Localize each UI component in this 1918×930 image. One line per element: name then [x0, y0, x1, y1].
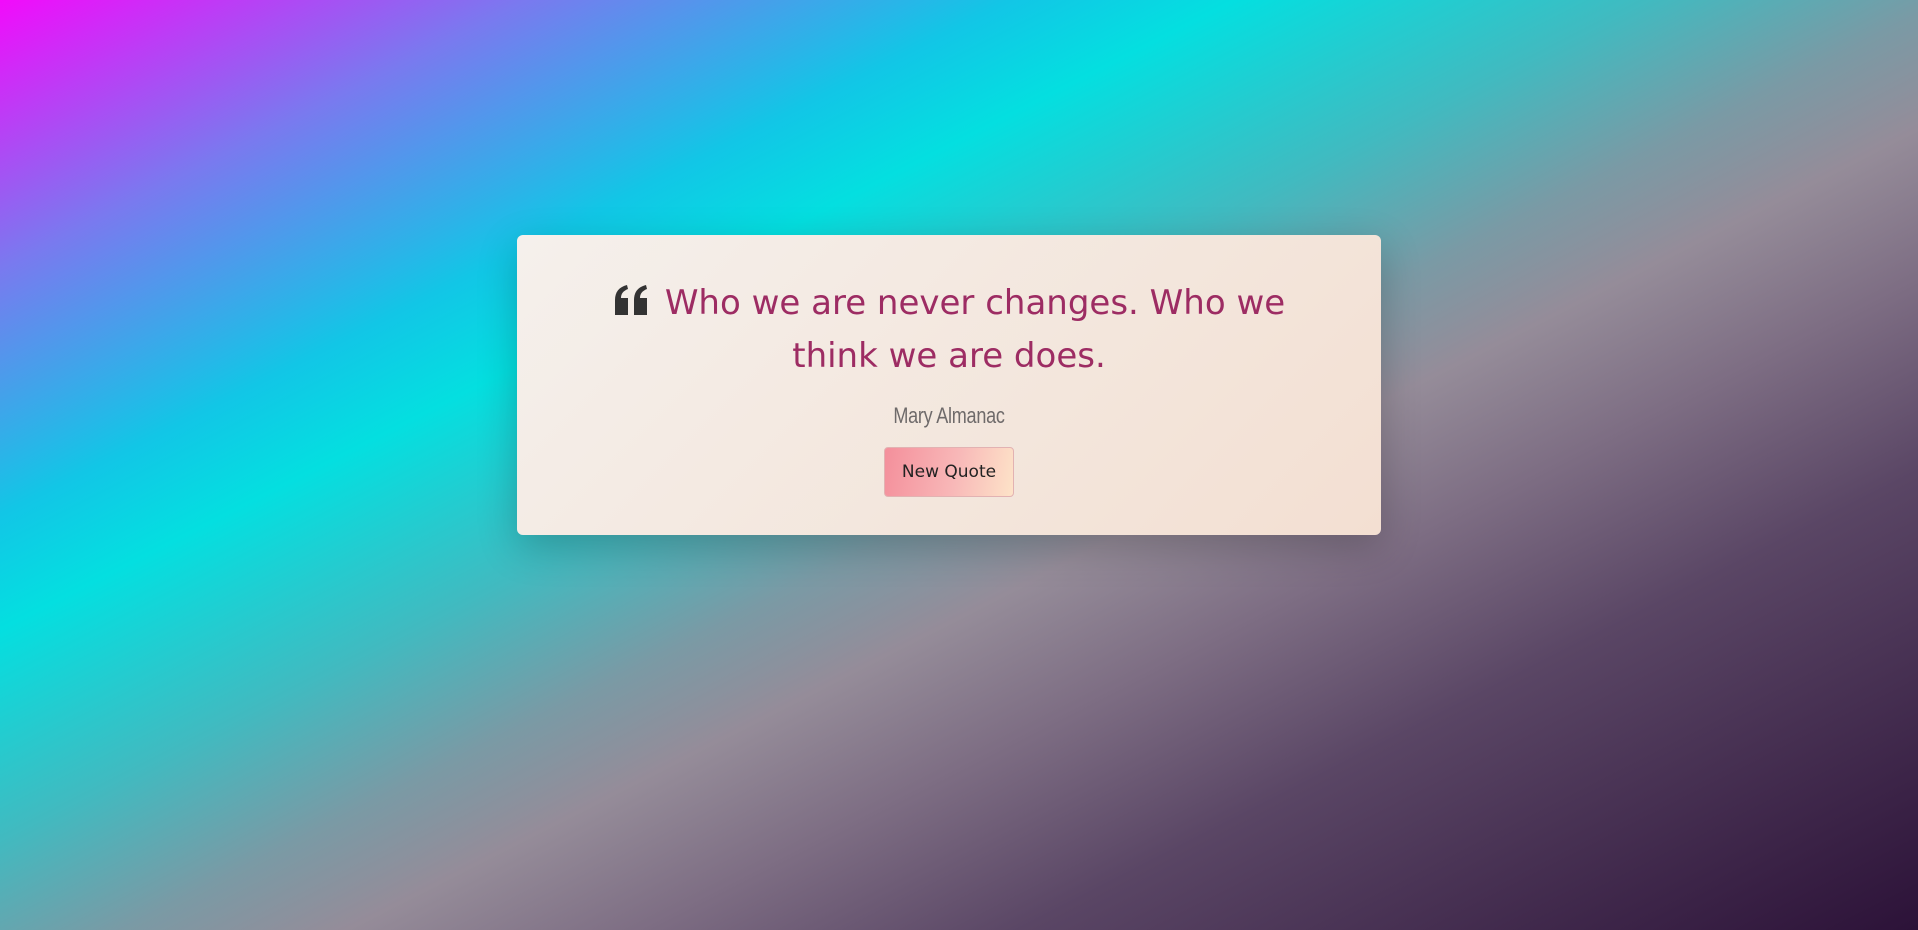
new-quote-button[interactable]: New Quote — [884, 447, 1014, 497]
quote-text: Who we are never changes. Who we think w… — [664, 283, 1286, 376]
quote-box: Who we are never changes. Who we think w… — [517, 235, 1381, 535]
quote-left-icon — [613, 284, 651, 316]
quote-text-block: Who we are never changes. Who we think w… — [567, 277, 1331, 383]
quote-author: Mary Almanac — [893, 403, 1005, 428]
